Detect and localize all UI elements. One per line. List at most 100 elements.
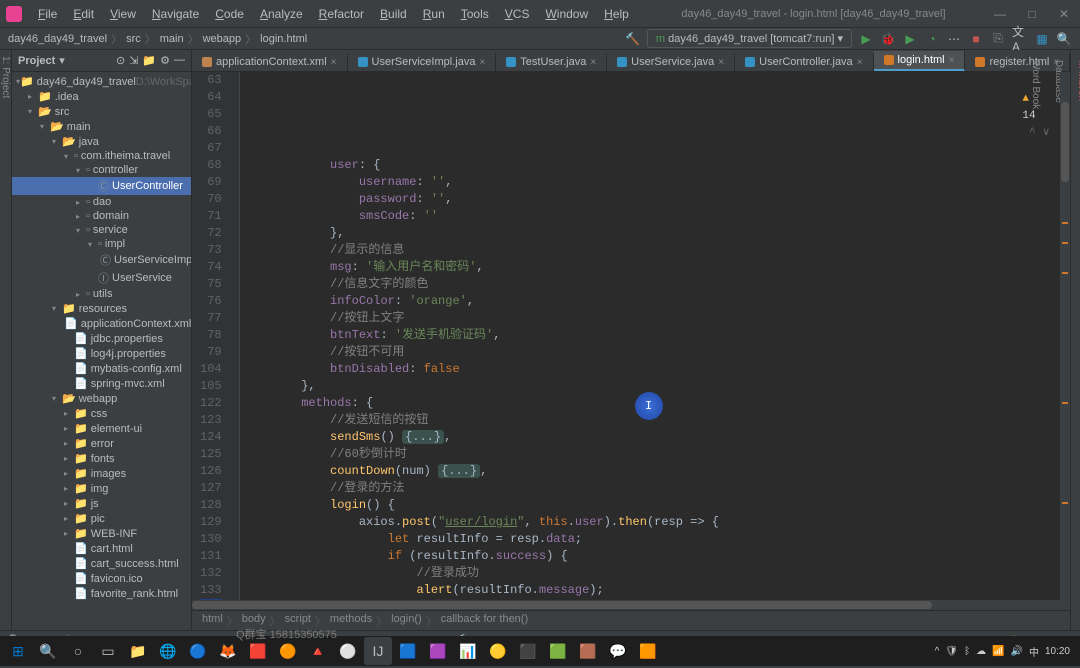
translate-icon[interactable]: 文A — [1012, 31, 1028, 47]
database-icon[interactable]: ▦ — [1034, 31, 1050, 47]
breadcrumb-item[interactable]: day46_day49_travel — [8, 33, 107, 45]
tree-item-src[interactable]: ▾📂src — [12, 104, 191, 119]
editor-tabs[interactable]: applicationContext.xml×UserServiceImpl.j… — [192, 50, 1070, 72]
stop-button[interactable]: ■ — [968, 31, 984, 47]
tree-item-cart_success-html[interactable]: 📄cart_success.html — [12, 556, 191, 571]
tree-item-com-itheima-travel[interactable]: ▾▫com.itheima.travel — [12, 149, 191, 163]
tree-item-impl[interactable]: ▾▫impl — [12, 237, 191, 251]
close-tab-icon[interactable]: × — [949, 55, 955, 66]
tab-login-html[interactable]: login.html× — [874, 51, 966, 71]
tree-item-UserService[interactable]: ⒾUserService — [12, 269, 191, 287]
coverage-button[interactable]: ▶ — [902, 31, 918, 47]
code-line[interactable]: //登录的方法 — [244, 480, 1071, 497]
code-line[interactable]: //按钮不可用 — [244, 344, 1071, 361]
chrome-icon[interactable]: 🌐 — [154, 637, 182, 665]
maven-toolwindow-tab[interactable]: m Maven — [1075, 56, 1080, 630]
tree-item-pic[interactable]: ▸📁pic — [12, 511, 191, 526]
explorer-icon[interactable]: 📁 — [124, 637, 152, 665]
code-line[interactable]: msg: '输入用户名和密码', — [244, 259, 1071, 276]
tray-wifi-icon[interactable]: 📶 — [992, 646, 1004, 657]
app-icon-10[interactable]: 🟫 — [574, 637, 602, 665]
tree-item-jdbc-properties[interactable]: 📄jdbc.properties — [12, 331, 191, 346]
code-line[interactable]: countDown(num) {...}, — [244, 463, 1071, 480]
tree-item-utils[interactable]: ▸▫utils — [12, 287, 191, 301]
menu-edit[interactable]: Edit — [65, 4, 102, 24]
code-line[interactable]: axios.post("user/login", this.user).then… — [244, 514, 1071, 531]
breadcrumb-item[interactable]: main — [160, 33, 184, 45]
tree-item-cart-html[interactable]: 📄cart.html — [12, 541, 191, 556]
code-line[interactable]: //登录成功 — [244, 565, 1071, 582]
code-line[interactable]: btnText: '发送手机验证码', — [244, 327, 1071, 344]
code-line[interactable]: password: '', — [244, 191, 1071, 208]
tree-item-css[interactable]: ▸📁css — [12, 406, 191, 421]
breadcrumb-item[interactable]: src — [126, 33, 141, 45]
code-line[interactable]: btnDisabled: false — [244, 361, 1071, 378]
search-everywhere-icon[interactable]: 🔍 — [1056, 31, 1072, 47]
tree-item-java[interactable]: ▾📂java — [12, 134, 191, 149]
menu-navigate[interactable]: Navigate — [144, 4, 207, 24]
tree-item-images[interactable]: ▸📁images — [12, 466, 191, 481]
code-line[interactable]: alert(resultInfo.message); — [244, 582, 1071, 599]
close-button[interactable]: ✕ — [1054, 7, 1074, 21]
run-button[interactable]: ▶ — [858, 31, 874, 47]
editor-body[interactable]: 6364656667686970717273747576777879104105… — [192, 72, 1070, 600]
intellij-icon[interactable]: IJ — [364, 637, 392, 665]
close-tab-icon[interactable]: × — [331, 57, 337, 68]
code-line[interactable]: smsCode: '' — [244, 208, 1071, 225]
select-open-icon[interactable]: ⇲ — [129, 54, 138, 67]
code-line[interactable]: username: '', — [244, 174, 1071, 191]
menu-code[interactable]: Code — [207, 4, 252, 24]
menu-analyze[interactable]: Analyze — [252, 4, 311, 24]
code-line[interactable]: //60秒倒计时 — [244, 446, 1071, 463]
profile-button[interactable]: ◔ — [924, 31, 940, 47]
left-tool-strip[interactable]: 1: Project — [0, 50, 12, 630]
tree-item--idea[interactable]: ▸📁.idea — [12, 89, 191, 104]
code-line[interactable]: infoColor: 'orange', — [244, 293, 1071, 310]
tree-item-day46_day49_travel[interactable]: ▾📁day46_day49_travel D:\WorkSpace\... — [12, 74, 191, 89]
menu-refactor[interactable]: Refactor — [311, 4, 372, 24]
tree-item-resources[interactable]: ▾📁resources — [12, 301, 191, 316]
close-tab-icon[interactable]: × — [718, 57, 724, 68]
tray-ime-icon[interactable]: 中 — [1029, 644, 1039, 659]
minimize-button[interactable]: — — [990, 7, 1010, 21]
menu-vcs[interactable]: VCS — [497, 4, 538, 24]
expand-icon[interactable]: 📁 — [142, 54, 156, 67]
breadcrumb-item[interactable]: login.html — [260, 33, 307, 45]
menu-file[interactable]: File — [30, 4, 65, 24]
tree-item-dao[interactable]: ▸▫dao — [12, 195, 191, 209]
debug-button[interactable]: 🐞 — [880, 31, 896, 47]
tree-item-webapp[interactable]: ▾📂webapp — [12, 391, 191, 406]
edge-icon[interactable]: 🔵 — [184, 637, 212, 665]
tree-item-domain[interactable]: ▸▫domain — [12, 209, 191, 223]
os-taskbar[interactable]: ⊞ 🔍 ○ ▭ 📁 🌐 🔵 🦊 🟥 🟠 🔺 ⚪ IJ 🟦 🟪 📊 🟡 ⬛ 🟩 🟫… — [0, 636, 1080, 666]
menu-tools[interactable]: Tools — [453, 4, 497, 24]
collapse-icon[interactable]: ⊙ — [116, 54, 125, 67]
clock[interactable]: 10:20 — [1045, 646, 1070, 657]
right-tool-strip[interactable]: m Maven Database Word Book — [1070, 50, 1080, 630]
tray-bluetooth-icon[interactable]: ᛒ — [964, 646, 970, 657]
code-line[interactable]: }, — [244, 225, 1071, 242]
menu-window[interactable]: Window — [537, 4, 596, 24]
tree-item-applicationContext-xml[interactable]: 📄applicationContext.xml — [12, 316, 191, 331]
app-icon-12[interactable]: 🟧 — [634, 637, 662, 665]
tray-onedrive-icon[interactable]: ☁ — [976, 646, 986, 657]
tray-shield-icon[interactable]: 🛡 — [945, 646, 958, 657]
code-line[interactable]: //信息文字的颜色 — [244, 276, 1071, 293]
close-tab-icon[interactable]: × — [479, 57, 485, 68]
close-tab-icon[interactable]: × — [857, 57, 863, 68]
code-line[interactable]: }, — [244, 378, 1071, 395]
tab-UserService-java[interactable]: UserService.java× — [607, 53, 735, 71]
editor-crumb[interactable]: html — [202, 613, 223, 629]
horizontal-scrollbar[interactable] — [192, 600, 1070, 610]
tree-item-favorite_rank-html[interactable]: 📄favorite_rank.html — [12, 586, 191, 601]
powerpoint-icon[interactable]: 📊 — [454, 637, 482, 665]
taskview-icon[interactable]: ▭ — [94, 637, 122, 665]
tray-chevron-icon[interactable]: ^ — [935, 646, 940, 657]
maximize-button[interactable]: □ — [1022, 7, 1042, 21]
app-icon-7[interactable]: 🟡 — [484, 637, 512, 665]
menu-build[interactable]: Build — [372, 4, 415, 24]
app-icon-5[interactable]: 🟦 — [394, 637, 422, 665]
search-icon[interactable]: 🔍 — [34, 637, 62, 665]
tree-item-service[interactable]: ▾▫service — [12, 223, 191, 237]
run-config-selector[interactable]: m day46_day49_travel [tomcat7:run] ▾ — [647, 29, 852, 48]
